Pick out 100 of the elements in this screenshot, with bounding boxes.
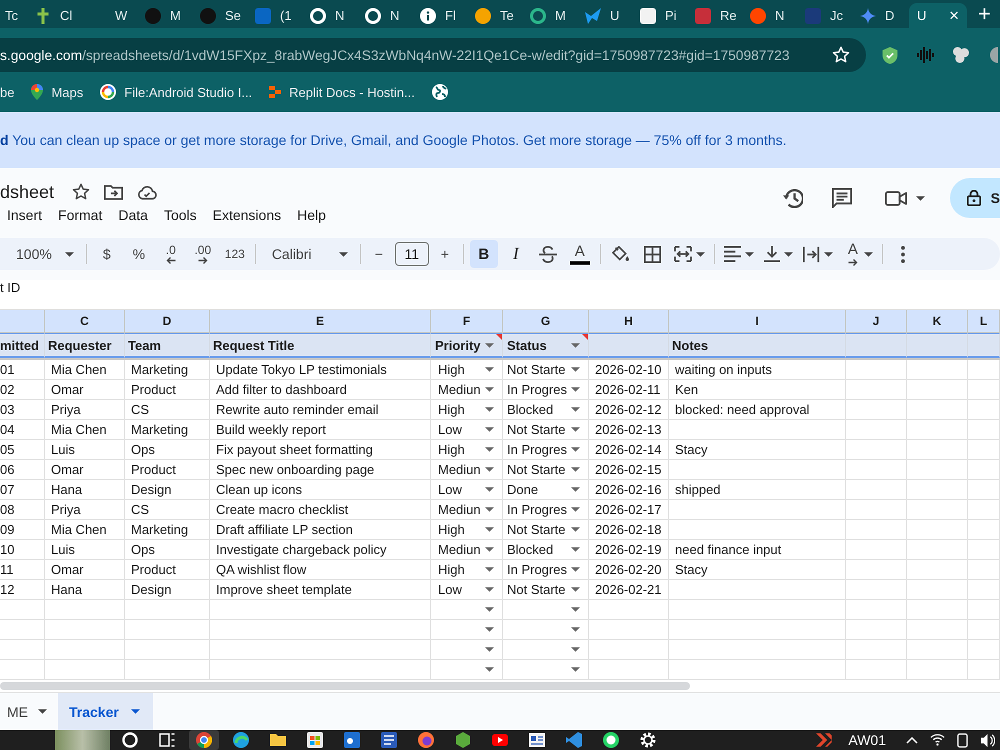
browser-tab[interactable]: Re [687, 3, 742, 28]
dropdown-cell[interactable]: High [431, 520, 503, 540]
history-icon[interactable] [782, 188, 803, 208]
menu-item[interactable]: Help [297, 207, 326, 223]
taskbar-button[interactable] [189, 730, 219, 750]
browser-tab[interactable]: Fl [412, 3, 467, 28]
caret-icon[interactable] [485, 367, 494, 372]
dropdown-cell[interactable]: High [431, 400, 503, 420]
caret-icon[interactable] [485, 427, 494, 432]
dropdown-cell[interactable]: Low [431, 420, 503, 440]
column-header[interactable]: C [45, 310, 125, 333]
caret-icon[interactable] [571, 367, 580, 372]
browser-tab[interactable]: U × [909, 3, 967, 28]
caret-icon[interactable] [571, 467, 580, 472]
caret-icon[interactable] [571, 587, 580, 592]
dropdown-cell[interactable]: High [431, 360, 503, 380]
cloud-icon[interactable] [137, 184, 158, 200]
waveform-icon[interactable] [917, 47, 934, 63]
address-field[interactable]: s.google.com/spreadsheets/d/1vdW15FXpz_8rabWegJCx4S3zWbNq4nW-22I1Qe1Ce-w/edit?gid=1750987723#gid=1750987723 [0, 38, 866, 72]
dropdown-cell[interactable]: Not Starte [503, 520, 589, 540]
font-dropdown[interactable]: Calibri [262, 240, 354, 268]
menu-item[interactable]: Format [58, 207, 102, 223]
caret-icon[interactable] [571, 447, 580, 452]
dropdown-cell[interactable] [431, 620, 503, 640]
format-button[interactable]: A [566, 240, 594, 268]
column-header[interactable]: G [503, 310, 589, 333]
caret-icon[interactable] [696, 252, 705, 256]
caret-icon[interactable] [485, 587, 494, 592]
menu-item[interactable]: Insert [7, 207, 42, 223]
chevron-up-icon[interactable] [906, 736, 918, 744]
filter-icon[interactable] [485, 342, 494, 348]
sheet-tab[interactable]: ME [0, 693, 55, 730]
caret-icon[interactable] [571, 647, 580, 652]
bookmark[interactable]: be [0, 82, 14, 102]
dropdown-cell[interactable]: In Progres [503, 380, 589, 400]
dropdown-cell[interactable]: Mediun [431, 380, 503, 400]
browser-tab[interactable]: M [522, 3, 577, 28]
menu-item[interactable]: Tools [164, 207, 197, 223]
italic-button[interactable]: I [502, 240, 530, 268]
document-title[interactable]: dsheet [0, 182, 54, 202]
column-header[interactable]: F [431, 310, 503, 333]
caret-icon[interactable] [571, 387, 580, 392]
star-icon[interactable] [72, 183, 90, 201]
caret-icon[interactable] [485, 547, 494, 552]
caret-icon[interactable] [571, 407, 580, 412]
zoom-dropdown[interactable]: 100% [8, 240, 80, 268]
dropdown-cell[interactable]: Not Starte [503, 460, 589, 480]
column-header[interactable]: H [589, 310, 669, 333]
dropdown-cell[interactable]: Low [431, 480, 503, 500]
caret-icon[interactable] [571, 487, 580, 492]
browser-tab[interactable]: N [357, 3, 412, 28]
dropdown-cell[interactable]: High [431, 560, 503, 580]
new-tab-button[interactable]: + [978, 3, 991, 25]
sheet-tab[interactable]: Tracker [58, 693, 153, 730]
scrollbar[interactable] [0, 682, 690, 690]
browser-tab[interactable]: W [82, 3, 137, 28]
dropdown-cell[interactable] [503, 620, 589, 640]
dropdown-cell[interactable] [431, 640, 503, 660]
browser-tab[interactable]: Te [467, 3, 522, 28]
dropdown-cell[interactable]: Done [503, 480, 589, 500]
column-header[interactable]: D [125, 310, 210, 333]
dropdown-cell[interactable]: In Progres [503, 560, 589, 580]
caret-icon[interactable] [485, 467, 494, 472]
browser-tab[interactable]: N [302, 3, 357, 28]
caret-icon[interactable] [485, 667, 494, 672]
browser-tab[interactable]: N [742, 3, 797, 28]
format-button[interactable]: .00 [188, 240, 217, 268]
speaker-icon[interactable] [980, 732, 995, 748]
caret-icon[interactable] [485, 507, 494, 512]
format-button[interactable]: $ [92, 240, 121, 268]
share-button[interactable]: S [950, 178, 1000, 218]
menu-item[interactable]: Extensions [212, 207, 282, 223]
dropdown-cell[interactable] [431, 600, 503, 620]
format-button[interactable]: 123 [220, 240, 249, 268]
phone-icon[interactable] [957, 732, 968, 748]
caret-icon[interactable] [571, 607, 580, 612]
filter-icon[interactable] [571, 342, 580, 348]
dropdown-cell[interactable]: Mediun [431, 500, 503, 520]
browser-tab[interactable]: Cl [27, 3, 82, 28]
caret-icon[interactable] [485, 487, 494, 492]
browser-tab[interactable]: D [852, 3, 907, 28]
caret-icon[interactable] [784, 252, 793, 256]
column-header[interactable]: J [846, 310, 907, 333]
caret-icon[interactable] [485, 527, 494, 532]
column-header[interactable]: K [907, 310, 968, 333]
dropdown-cell[interactable]: In Progres [503, 440, 589, 460]
dropdown-cell[interactable]: High [431, 440, 503, 460]
comment-icon[interactable] [832, 188, 852, 208]
caret-icon[interactable] [38, 709, 47, 714]
caret-icon[interactable] [571, 567, 580, 572]
double-chevron-icon[interactable] [816, 733, 834, 747]
dropdown-cell[interactable] [503, 640, 589, 660]
caret-icon[interactable] [485, 407, 494, 412]
menu-item[interactable]: Data [118, 207, 148, 223]
dropdown-cell[interactable]: Not Starte [503, 580, 589, 600]
font-size-field[interactable]: 11 [394, 242, 429, 266]
format-button[interactable]: % [124, 240, 153, 268]
dropdown-cell[interactable]: Not Starte [503, 360, 589, 380]
caret-icon[interactable] [864, 252, 873, 256]
formula-field[interactable]: t ID [0, 280, 1000, 309]
